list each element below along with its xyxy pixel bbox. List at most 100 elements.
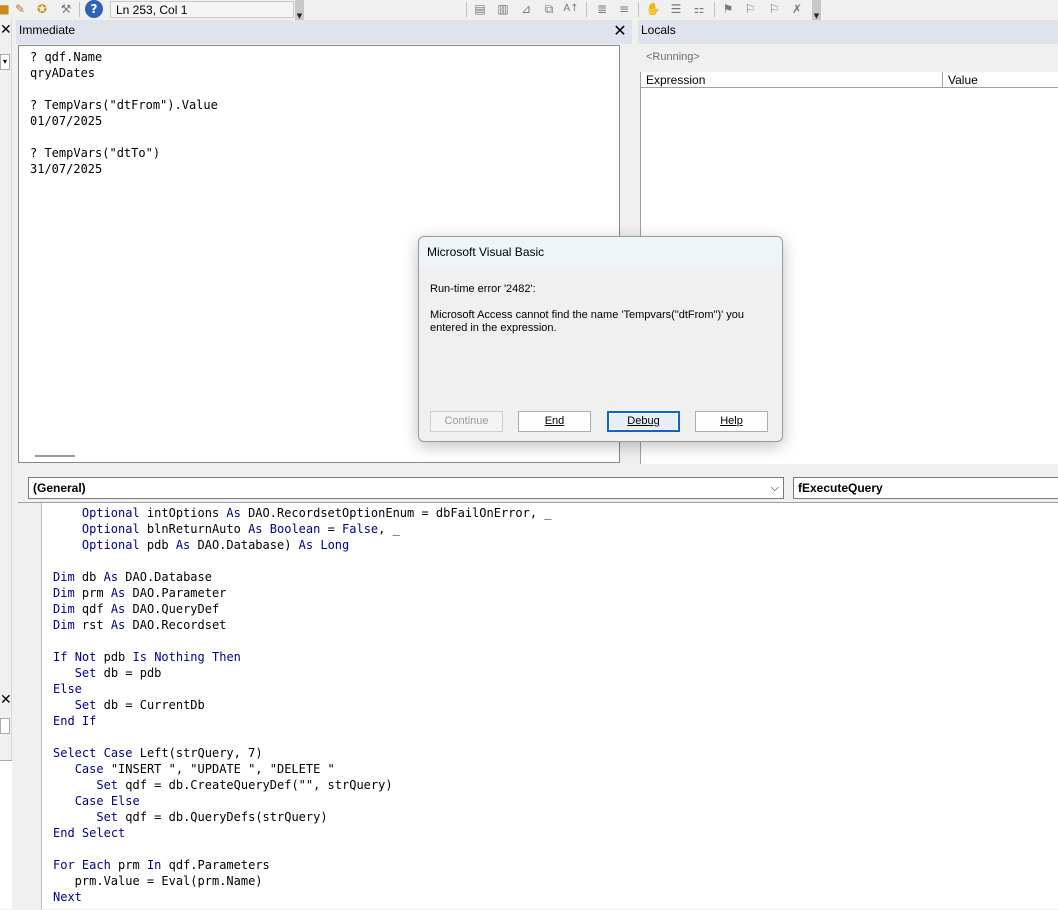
locals-pane-header: Locals [638,20,1058,44]
code-keyword: Case [103,746,133,760]
tools-icon[interactable]: ⚒ [58,1,74,17]
code-line: Dim prm As DAO.Parameter [53,585,552,601]
bookmark-next-icon[interactable]: ⚐ [742,1,758,17]
code-token: db = pdb [96,666,162,680]
code-line: Set db = CurrentDb [53,697,552,713]
code-line: Set db = pdb [53,665,552,681]
continue-button[interactable]: Continue [430,411,503,432]
code-keyword: Optional [81,506,140,520]
debug-button[interactable]: Debug [607,411,680,432]
procedure-combo[interactable]: fExecuteQuery [793,477,1058,499]
code-line: Next [53,889,552,905]
list-properties-icon[interactable]: ▤ [472,1,488,17]
locals-column-expression[interactable]: Expression [641,72,943,88]
code-keyword: Nothing [154,650,205,664]
object-combo[interactable]: (General) ⌵ [28,477,784,499]
bookmark-icon[interactable]: ⚑ [720,1,736,17]
code-line: Optional blnReturnAuto As Boolean = Fals… [53,521,552,537]
code-keyword: Dim [53,570,75,584]
code-line: End Select [53,825,552,841]
immediate-line: 01/07/2025 [30,114,103,128]
immediate-line: ? TempVars("dtTo") [30,146,161,160]
locals-column-value[interactable]: Value [943,72,1058,88]
toolbar-separator [79,2,80,17]
close-icon[interactable]: ✕ [613,23,627,39]
uncomment-block-icon[interactable]: ⚏ [691,1,707,17]
comment-block-icon[interactable]: ☰ [668,1,684,17]
quick-info-icon[interactable]: ⊿ [518,1,534,17]
code-line: Select Case Left(strQuery, 7) [53,745,552,761]
error-message-text: Microsoft Access cannot find the name 'T… [430,309,745,334]
code-token: , _ [378,522,400,536]
code-keyword: Next [53,890,82,904]
toolbar-separator [466,2,467,17]
code-token: prm [74,586,111,600]
close-icon[interactable]: ✕ [0,692,12,708]
code-line: For Each prm In qdf.Parameters [53,857,552,873]
code-line: Optional pdb As DAO.Database) As Long [53,537,552,553]
code-token: qdf.Parameters [161,858,270,872]
toolbar-separator [714,2,715,17]
toolbar-options-dropdown[interactable]: ▼ [812,0,821,20]
indent-icon[interactable]: ≣ [594,1,610,17]
end-button[interactable]: End [518,411,591,432]
code-keyword: For [53,858,75,872]
object-browser-icon[interactable]: ✪ [34,1,50,17]
code-token: DAO.Database [118,570,212,584]
code-keyword: Not [74,650,97,664]
code-line: prm.Value = Eval(prm.Name) [53,873,552,889]
scroll-icon[interactable]: ▾ [0,54,10,70]
code-line: Set qdf = db.QueryDefs(strQuery) [53,809,552,825]
code-token: = [320,522,343,536]
code-token: qdf = db.QueryDefs(strQuery) [118,810,328,824]
code-keyword: In [146,858,162,872]
code-margin-indicator-bar[interactable] [18,503,42,910]
outdent-icon[interactable]: ≡ [616,1,632,17]
properties-grid-edge [0,760,12,909]
help-icon[interactable]: ? [85,0,103,18]
toolbar-options-dropdown[interactable]: ▼ [295,0,304,20]
parameter-info-icon[interactable]: ⧉ [541,1,557,17]
toolbox-icon[interactable]: ■ [0,1,12,17]
immediate-pane-header: Immediate [16,20,632,44]
code-token: intOptions [139,506,227,520]
locals-context: <Running> [640,46,1058,70]
debug-icon[interactable]: ✎ [12,1,28,17]
code-keyword: Else [110,794,140,808]
combo-edge[interactable] [0,718,10,734]
close-icon[interactable]: ✕ [0,22,12,38]
immediate-text: ? qdf.Name qryADates ? TempVars("dtFrom")… [30,49,218,177]
project-explorer-edge: ✕ ▾ ✕ [0,20,12,909]
list-constants-icon[interactable]: ▥ [495,1,511,17]
bookmark-prev-icon[interactable]: ⚐ [766,1,782,17]
code-token: db [74,570,104,584]
code-editor[interactable]: Optional intOptions As DAO.RecordsetOpti… [18,502,1058,910]
code-keyword: False [342,522,379,536]
horizontal-scrollbar[interactable] [35,455,75,457]
code-line: End If [53,713,552,729]
help-button[interactable]: Help [695,411,768,432]
immediate-line: qryADates [30,66,96,80]
clear-bookmarks-icon[interactable]: ✗ [789,1,805,17]
chevron-down-icon: ⌵ [770,482,779,494]
code-line: Case Else [53,793,552,809]
code-keyword: As [298,538,314,552]
toggle-breakpoint-icon[interactable]: ✋ [645,1,661,17]
code-keyword: As [110,586,126,600]
code-token: qdf [74,602,111,616]
code-token: db = CurrentDb [96,698,205,712]
code-keyword: End [53,714,75,728]
code-token: blnReturnAuto [139,522,249,536]
code-token: DAO.RecordsetOptionEnum = dbFailOnError,… [240,506,552,520]
complete-word-icon[interactable]: A↑ [563,1,579,17]
code-token: DAO.QueryDef [125,602,220,616]
code-keyword: As [103,570,119,584]
code-keyword: Optional [81,522,140,536]
